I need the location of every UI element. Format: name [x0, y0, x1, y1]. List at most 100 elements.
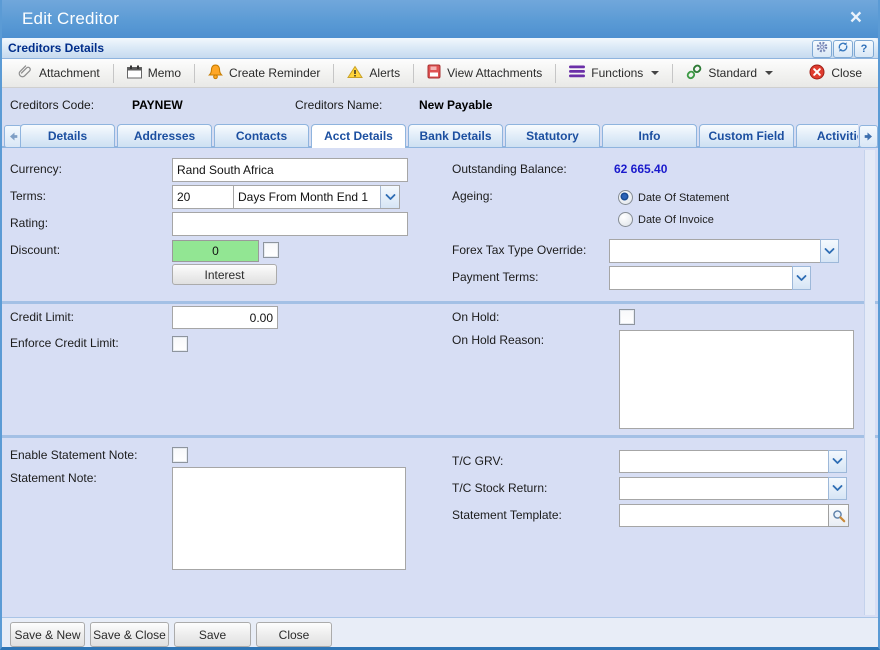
chevron-down-icon[interactable]: [380, 186, 399, 208]
enable-statement-note-checkbox[interactable]: [172, 447, 188, 463]
tab-activities[interactable]: Activities: [796, 124, 858, 147]
help-button[interactable]: ?: [854, 40, 874, 58]
arrow-right-icon: [864, 132, 874, 141]
ageing-date-of-statement-label: Date Of Statement: [638, 192, 729, 204]
statement-template-input[interactable]: [619, 504, 836, 527]
ageing-date-of-statement-radio[interactable]: [618, 190, 633, 205]
bell-icon: [208, 64, 223, 83]
rating-input[interactable]: [172, 212, 408, 236]
functions-menu-icon: [569, 65, 585, 81]
link-icon: [686, 64, 702, 83]
terms-type-select[interactable]: Days From Month End 1: [233, 185, 400, 209]
enforce-credit-limit-label: Enforce Credit Limit:: [10, 336, 119, 350]
discount-checkbox[interactable]: [263, 242, 279, 258]
forex-tax-dropdown-button[interactable]: [820, 239, 839, 263]
chevron-down-icon: [796, 275, 807, 282]
outstanding-balance-value: 62 665.40: [614, 162, 667, 176]
interest-button[interactable]: Interest: [172, 264, 277, 285]
title-bar: Edit Creditor ×: [0, 0, 880, 38]
toolbar-separator: [113, 64, 114, 83]
functions-button[interactable]: Functions: [561, 62, 667, 84]
on-hold-reason-label: On Hold Reason:: [452, 333, 544, 347]
refresh-icon: [837, 40, 849, 58]
close-circle-icon: [809, 64, 825, 83]
alerts-button[interactable]: Alerts: [339, 62, 408, 85]
close-button[interactable]: Close: [256, 622, 332, 647]
settings-button[interactable]: [812, 40, 832, 58]
view-attachments-label: View Attachments: [447, 66, 542, 80]
toolbar: Attachment Memo Create Reminder Alerts V…: [2, 59, 878, 88]
tab-details[interactable]: Details: [20, 124, 115, 147]
tab-list: DetailsAddressesContactsAcct DetailsBank…: [20, 124, 858, 150]
currency-label: Currency:: [10, 162, 62, 176]
toolbar-close-label: Close: [831, 66, 862, 80]
on-hold-checkbox[interactable]: [619, 309, 635, 325]
enforce-credit-limit-checkbox[interactable]: [172, 336, 188, 352]
tab-addresses[interactable]: Addresses: [117, 124, 212, 147]
statement-template-search-button[interactable]: [828, 504, 849, 527]
chevron-down-icon: [651, 71, 659, 75]
attachment-label: Attachment: [39, 66, 100, 80]
save-and-new-button[interactable]: Save & New: [10, 622, 85, 647]
record-bar: Creditors Code: PAYNEW Creditors Name: N…: [2, 88, 878, 122]
tab-custom-field[interactable]: Custom Field: [699, 124, 794, 147]
payment-terms-input[interactable]: [609, 266, 800, 290]
close-icon[interactable]: ×: [850, 6, 862, 30]
tc-stock-return-input[interactable]: [619, 477, 836, 500]
create-reminder-button[interactable]: Create Reminder: [200, 61, 328, 86]
toolbar-separator: [555, 64, 556, 83]
ageing-date-of-invoice-radio[interactable]: [618, 212, 633, 227]
dialog-title: Edit Creditor: [22, 9, 119, 29]
rating-label: Rating:: [10, 216, 48, 230]
panel-header: Creditors Details ?: [2, 38, 878, 59]
forex-tax-input[interactable]: [609, 239, 828, 263]
tab-acct-details[interactable]: Acct Details: [311, 124, 406, 149]
tc-grv-input[interactable]: [619, 450, 836, 473]
tab-statutory[interactable]: Statutory: [505, 124, 600, 147]
creditors-name-value: New Payable: [419, 98, 492, 112]
terms-label: Terms:: [10, 189, 46, 203]
standard-button[interactable]: Standard: [678, 61, 781, 86]
currency-input[interactable]: [172, 158, 408, 182]
toolbar-separator: [333, 64, 334, 83]
tab-strip: DetailsAddressesContactsAcct DetailsBank…: [2, 122, 878, 148]
toolbar-separator: [413, 64, 414, 83]
refresh-button[interactable]: [833, 40, 853, 58]
save-and-close-button[interactable]: Save & Close: [90, 622, 169, 647]
on-hold-reason-textarea[interactable]: [619, 330, 854, 429]
tab-contacts[interactable]: Contacts: [214, 124, 309, 147]
memo-button[interactable]: Memo: [119, 62, 189, 85]
chevron-down-icon: [832, 458, 843, 465]
forex-tax-label: Forex Tax Type Override:: [452, 243, 586, 257]
credit-limit-input[interactable]: [172, 306, 278, 329]
memo-icon: [127, 65, 142, 82]
toolbar-separator: [194, 64, 195, 83]
attachment-button[interactable]: Attachment: [10, 61, 108, 85]
payment-terms-dropdown-button[interactable]: [792, 266, 811, 290]
statement-template-label: Statement Template:: [452, 508, 562, 522]
tc-stock-return-dropdown-button[interactable]: [828, 477, 847, 500]
tc-stock-return-label: T/C Stock Return:: [452, 481, 547, 495]
ageing-date-of-invoice-label: Date Of Invoice: [638, 214, 714, 226]
on-hold-label: On Hold:: [452, 310, 499, 324]
help-icon: ?: [861, 43, 868, 55]
memo-label: Memo: [148, 66, 181, 80]
scrollbar-track[interactable]: [864, 150, 875, 615]
tab-info[interactable]: Info: [602, 124, 697, 147]
paperclip-icon: [18, 64, 33, 82]
creditors-code-value: PAYNEW: [132, 98, 183, 112]
chevron-down-icon: [765, 71, 773, 75]
toolbar-close-button[interactable]: Close: [801, 61, 870, 86]
tc-grv-dropdown-button[interactable]: [828, 450, 847, 473]
terms-type-value: Days From Month End 1: [234, 190, 380, 204]
terms-days-input[interactable]: [172, 185, 238, 209]
tab-bank-details[interactable]: Bank Details: [408, 124, 503, 147]
statement-note-textarea[interactable]: [172, 467, 406, 570]
tab-scroll-right-button[interactable]: [859, 125, 878, 148]
enable-statement-note-label: Enable Statement Note:: [10, 448, 137, 462]
discount-value-box[interactable]: 0: [172, 240, 259, 262]
gear-icon: [816, 40, 828, 58]
view-attachments-button[interactable]: View Attachments: [419, 61, 550, 85]
save-button[interactable]: Save: [174, 622, 251, 647]
payment-terms-label: Payment Terms:: [452, 270, 538, 284]
